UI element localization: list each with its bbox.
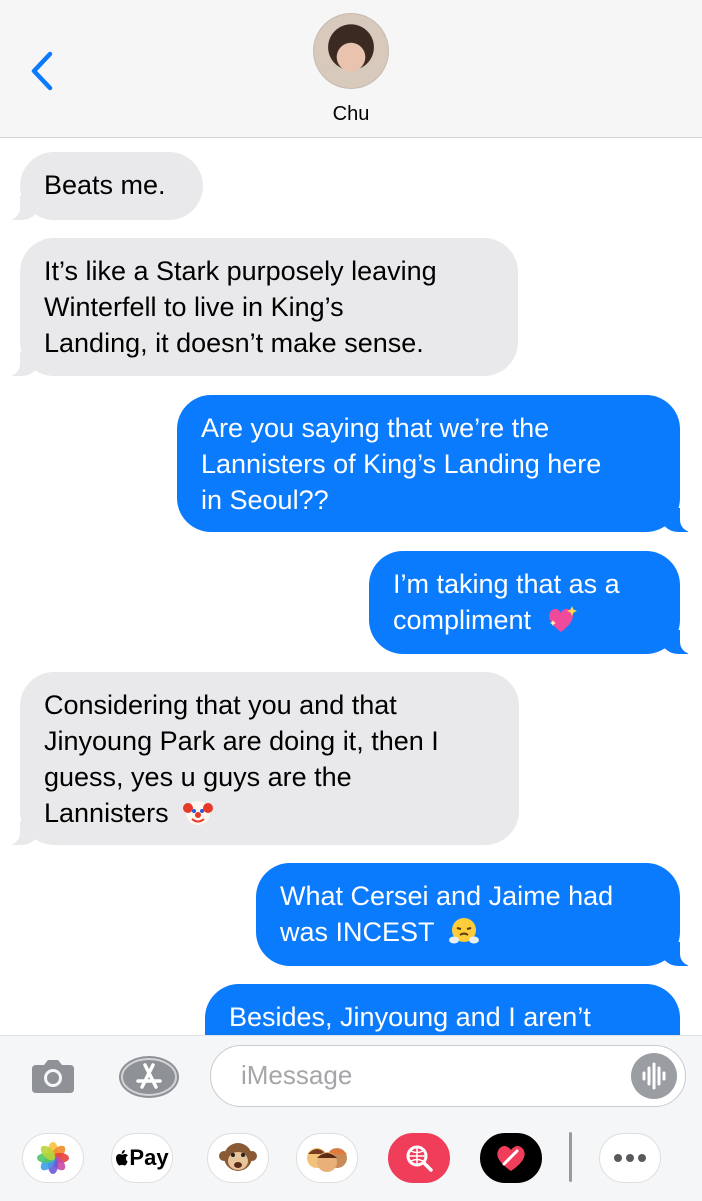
clown-face-icon [183, 801, 214, 825]
message-text: Lannisters [44, 798, 169, 828]
message-text: Landing, it doesn’t make sense. [44, 328, 424, 358]
message-text: Winterfell to live in King’s [44, 292, 344, 322]
message-text: guess, yes u guys are the [44, 762, 352, 792]
message-text: was INCEST [280, 917, 435, 947]
chevron-left-icon[interactable] [28, 50, 58, 92]
message-text: Jinyoung Park are doing it, then I [44, 726, 439, 756]
waveform-icon[interactable] [631, 1053, 677, 1099]
app-store-icon[interactable] [118, 1055, 180, 1099]
message-text: Beats me. [44, 170, 166, 200]
message-text: in Seoul?? [201, 485, 329, 515]
message-bubble-sent[interactable]: Are you saying that we’re the Lannisters… [177, 395, 700, 532]
drawer-divider [569, 1132, 572, 1182]
apple-pay-label: Pay [129, 1145, 169, 1170]
camera-icon[interactable] [30, 1055, 76, 1095]
message-line: Lannisters [44, 795, 495, 831]
message-line: compliment [393, 602, 656, 638]
animoji-button[interactable] [207, 1133, 269, 1187]
more-icon [614, 1154, 646, 1162]
apple-pay-button[interactable]: Pay [111, 1133, 173, 1187]
contact-avatar[interactable] [313, 13, 389, 89]
photos-app-button[interactable] [22, 1133, 84, 1187]
message-text: I’m taking that as a [393, 569, 620, 599]
message-text: Besides, Jinyoung and I aren’t [229, 1002, 591, 1032]
digital-touch-icon [497, 1146, 525, 1171]
digital-touch-button[interactable] [480, 1133, 542, 1187]
message-line: was INCEST [280, 914, 656, 950]
message-text: What Cersei and Jaime had [280, 881, 614, 911]
message-bubble-received[interactable]: Considering that you and that Jinyoung P… [0, 672, 519, 845]
sparkling-heart-icon [548, 606, 577, 632]
memoji-icon [307, 1148, 347, 1172]
memoji-button[interactable] [296, 1133, 358, 1187]
message-text: It’s like a Stark purposely leaving [44, 256, 437, 286]
more-apps-button[interactable] [599, 1133, 661, 1187]
apple-logo-icon [116, 1150, 129, 1166]
conversation-header: Chu [0, 0, 702, 138]
message-text: compliment [393, 605, 532, 635]
photos-icon [37, 1142, 69, 1174]
message-bubble-received[interactable]: It’s like a Stark purposely leaving Wint… [0, 238, 518, 376]
face-with-steam-icon [448, 918, 479, 944]
message-text: Considering that you and that [44, 690, 397, 720]
message-input-placeholder: iMessage [241, 1060, 353, 1090]
message-input[interactable]: iMessage [210, 1045, 686, 1107]
animoji-monkey-icon [219, 1143, 257, 1171]
contact-name[interactable]: Chu [0, 103, 702, 126]
message-bubble-received[interactable]: Beats me. [0, 152, 203, 220]
web-search-button[interactable] [388, 1133, 450, 1187]
web-search-icon [406, 1145, 433, 1172]
message-bubble-sent[interactable]: What Cersei and Jaime had was INCEST [256, 863, 700, 966]
message-text: Are you saying that we’re the [201, 413, 550, 443]
message-bubble-sent[interactable]: I’m taking that as a compliment [369, 551, 700, 654]
message-text: Lannisters of King’s Landing here [201, 449, 602, 479]
